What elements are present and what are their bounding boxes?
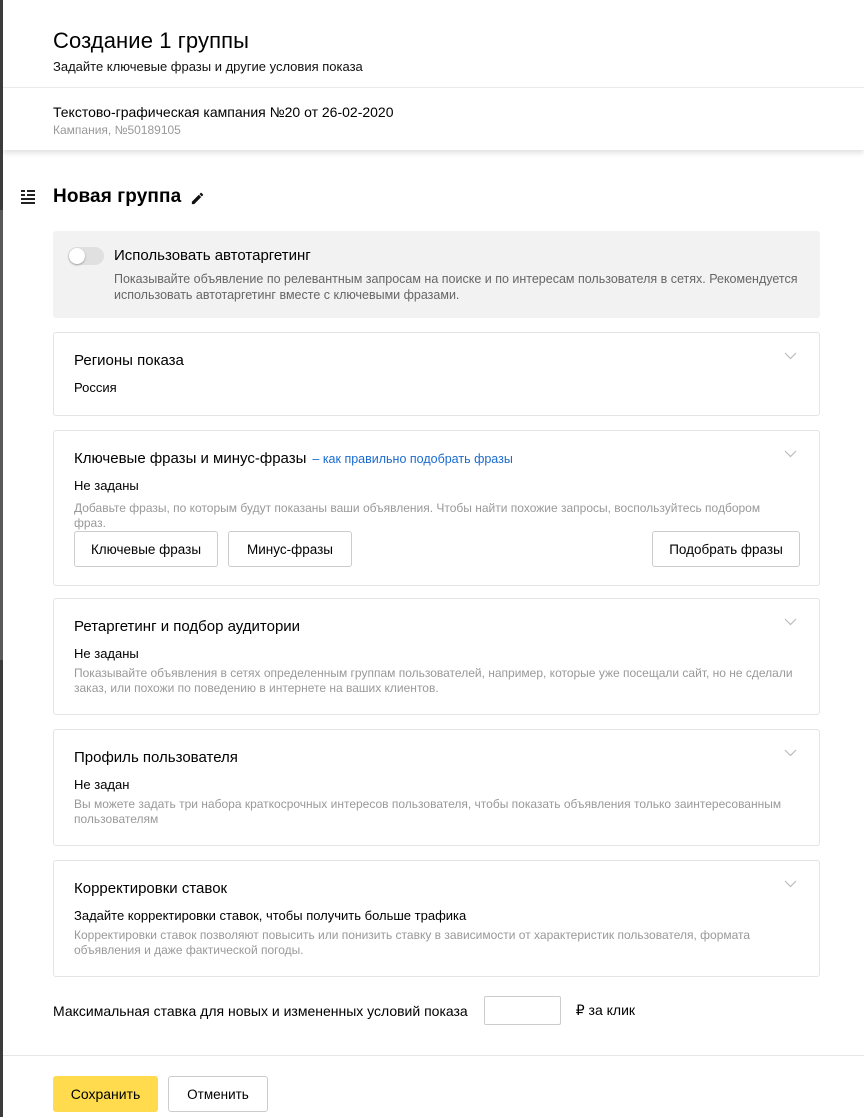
- bid-adjustments-value: Задайте корректировки ставок, чтобы полу…: [74, 908, 467, 923]
- autotargeting-label: Использовать автотаргетинг: [114, 247, 311, 264]
- chevron-down-icon[interactable]: [784, 450, 797, 458]
- bid-adjustments-card[interactable]: Корректировки ставок Задайте корректиров…: [53, 860, 820, 977]
- bid-adjustments-description: Корректировки ставок позволяют повысить …: [74, 928, 751, 957]
- cancel-button[interactable]: Отменить: [168, 1076, 268, 1112]
- keywords-help-link[interactable]: – как правильно подобрать фразы: [312, 452, 512, 466]
- max-bid-label: Максимальная ставка для новых и измененн…: [53, 1002, 468, 1019]
- chevron-down-icon[interactable]: [784, 749, 797, 757]
- regions-title: Регионы показа: [74, 352, 184, 369]
- retargeting-card[interactable]: Ретаргетинг и подбор аудитории Не заданы…: [53, 598, 820, 715]
- toggle-knob: [69, 248, 85, 264]
- retargeting-description: Показывайте объявления в сетях определен…: [74, 666, 793, 695]
- minus-keywords-button[interactable]: Минус-фразы: [228, 531, 352, 567]
- keywords-button[interactable]: Ключевые фразы: [74, 531, 218, 567]
- max-bid-row: Максимальная ставка для новых и измененн…: [53, 996, 635, 1025]
- retargeting-title: Ретаргетинг и подбор аудитории: [74, 618, 301, 635]
- regions-value: Россия: [74, 380, 117, 395]
- page: Создание 1 группы Задайте ключевые фразы…: [3, 0, 864, 1117]
- regions-card[interactable]: Регионы показа Россия: [53, 332, 820, 416]
- autotargeting-description: Показывайте объявление по релевантным за…: [114, 272, 798, 302]
- list-icon[interactable]: [21, 190, 35, 204]
- user-profile-value: Не задан: [74, 777, 130, 792]
- user-profile-card[interactable]: Профиль пользователя Не задан Вы можете …: [53, 729, 820, 846]
- keywords-card: Ключевые фразы и минус-фразы – как правил…: [53, 430, 820, 586]
- save-button[interactable]: Сохранить: [53, 1076, 158, 1112]
- user-profile-title: Профиль пользователя: [74, 749, 238, 766]
- autotargeting-panel: Использовать автотаргетинг Показывайте о…: [53, 231, 820, 318]
- chevron-down-icon[interactable]: [784, 880, 797, 888]
- max-bid-input[interactable]: [483, 996, 561, 1025]
- campaign-id: Кампания, №50189105: [53, 123, 181, 137]
- footer-divider: [3, 1055, 864, 1056]
- max-bid-unit: ₽ за клик: [575, 1002, 636, 1018]
- chevron-down-icon[interactable]: [784, 352, 797, 360]
- pick-keywords-button[interactable]: Подобрать фразы: [652, 531, 800, 567]
- page-title: Создание 1 группы: [53, 28, 250, 53]
- autotargeting-toggle[interactable]: [68, 247, 104, 265]
- keywords-title-row: Ключевые фразы и минус-фразы – как правил…: [74, 450, 513, 467]
- keywords-title: Ключевые фразы и минус-фразы: [74, 450, 307, 467]
- retargeting-value: Не заданы: [74, 646, 139, 661]
- user-profile-description: Вы можете задать три набора краткосрочны…: [74, 797, 782, 826]
- page-subtitle: Задайте ключевые фразы и другие условия …: [53, 59, 363, 74]
- page-header: Создание 1 группы Задайте ключевые фразы…: [3, 0, 864, 88]
- pencil-icon[interactable]: [190, 190, 205, 205]
- campaign-name: Текстово-графическая кампания №20 от 26-…: [53, 104, 394, 120]
- group-title: Новая группа: [53, 186, 182, 207]
- chevron-down-icon[interactable]: [784, 618, 797, 626]
- keywords-description: Добавьте фразы, по которым будут показан…: [74, 501, 761, 530]
- campaign-info: Текстово-графическая кампания №20 от 26-…: [3, 88, 864, 150]
- group-header: Новая группа: [21, 186, 205, 208]
- bid-adjustments-title: Корректировки ставок: [74, 880, 228, 897]
- keywords-value: Не заданы: [74, 478, 139, 493]
